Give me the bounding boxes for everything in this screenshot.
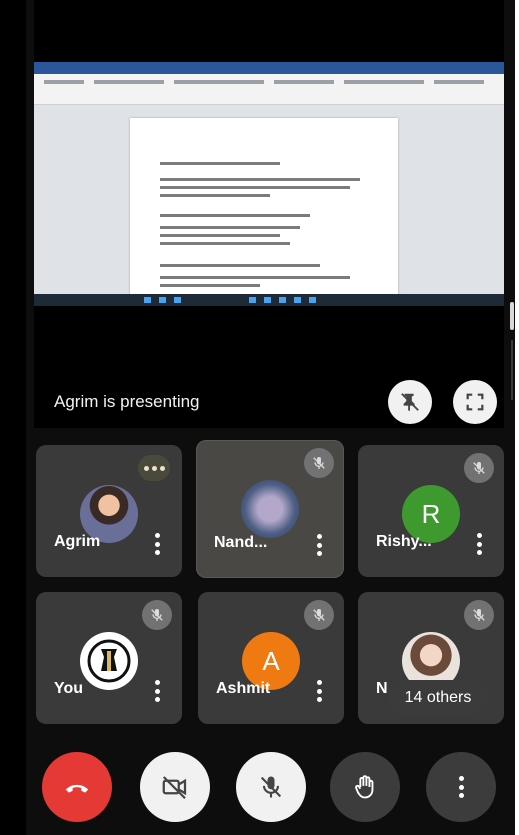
more-vert-icon[interactable] — [316, 680, 322, 702]
participant-name: Rishy... — [376, 533, 432, 550]
participant-name: Ashmit — [216, 680, 271, 697]
more-vert-icon[interactable] — [316, 534, 322, 556]
participant-tile-ashmit[interactable]: A Ashmit — [198, 592, 344, 724]
shared-window-titlebar — [34, 62, 504, 74]
fullscreen-button[interactable] — [453, 380, 497, 424]
others-pill[interactable]: 14 others — [388, 680, 488, 716]
shared-screen — [34, 62, 504, 306]
presenter-label: Agrim is presenting — [54, 392, 200, 411]
more-options-button[interactable] — [426, 752, 496, 822]
more-vert-icon[interactable] — [154, 680, 160, 702]
mic-off-icon — [260, 776, 282, 798]
scrollbar-track — [511, 340, 513, 400]
participant-tile-nand[interactable]: Nand... — [196, 440, 344, 578]
raise-hand-button[interactable] — [330, 752, 400, 822]
mic-off-icon — [304, 600, 334, 630]
more-vert-icon[interactable] — [154, 533, 160, 555]
participant-tile-you[interactable]: You — [36, 592, 182, 724]
unpin-icon — [401, 393, 419, 412]
camera-button[interactable] — [140, 752, 210, 822]
fullscreen-icon — [466, 393, 484, 411]
more-vert-icon[interactable] — [476, 533, 482, 555]
scrollbar-thumb[interactable] — [510, 302, 514, 330]
crest-icon — [87, 639, 131, 683]
microphone-button[interactable] — [236, 752, 306, 822]
avatar — [80, 632, 138, 690]
more-vert-icon — [458, 776, 464, 798]
mic-off-icon — [464, 453, 494, 483]
end-call-button[interactable] — [42, 752, 112, 822]
camera-off-icon — [162, 776, 187, 800]
screen-edge — [0, 0, 26, 835]
participant-name: N — [376, 680, 388, 697]
more-dots-icon — [138, 455, 170, 481]
shared-document-page — [130, 118, 398, 306]
avatar — [241, 480, 299, 538]
hand-icon — [355, 775, 374, 799]
mic-off-icon — [304, 448, 334, 478]
participant-name: Nand... — [214, 534, 268, 551]
mic-off-icon — [464, 600, 494, 630]
mic-off-icon — [142, 600, 172, 630]
shared-taskbar — [34, 294, 504, 306]
participant-name: You — [54, 680, 84, 697]
participant-tile-agrim[interactable]: Agrim — [36, 445, 182, 577]
hang-up-icon — [65, 784, 89, 793]
participant-tile-rishy[interactable]: R Rishy... — [358, 445, 504, 577]
unpin-button[interactable] — [388, 380, 432, 424]
shared-window-toolbar — [34, 74, 504, 105]
participant-name: Agrim — [54, 533, 101, 550]
